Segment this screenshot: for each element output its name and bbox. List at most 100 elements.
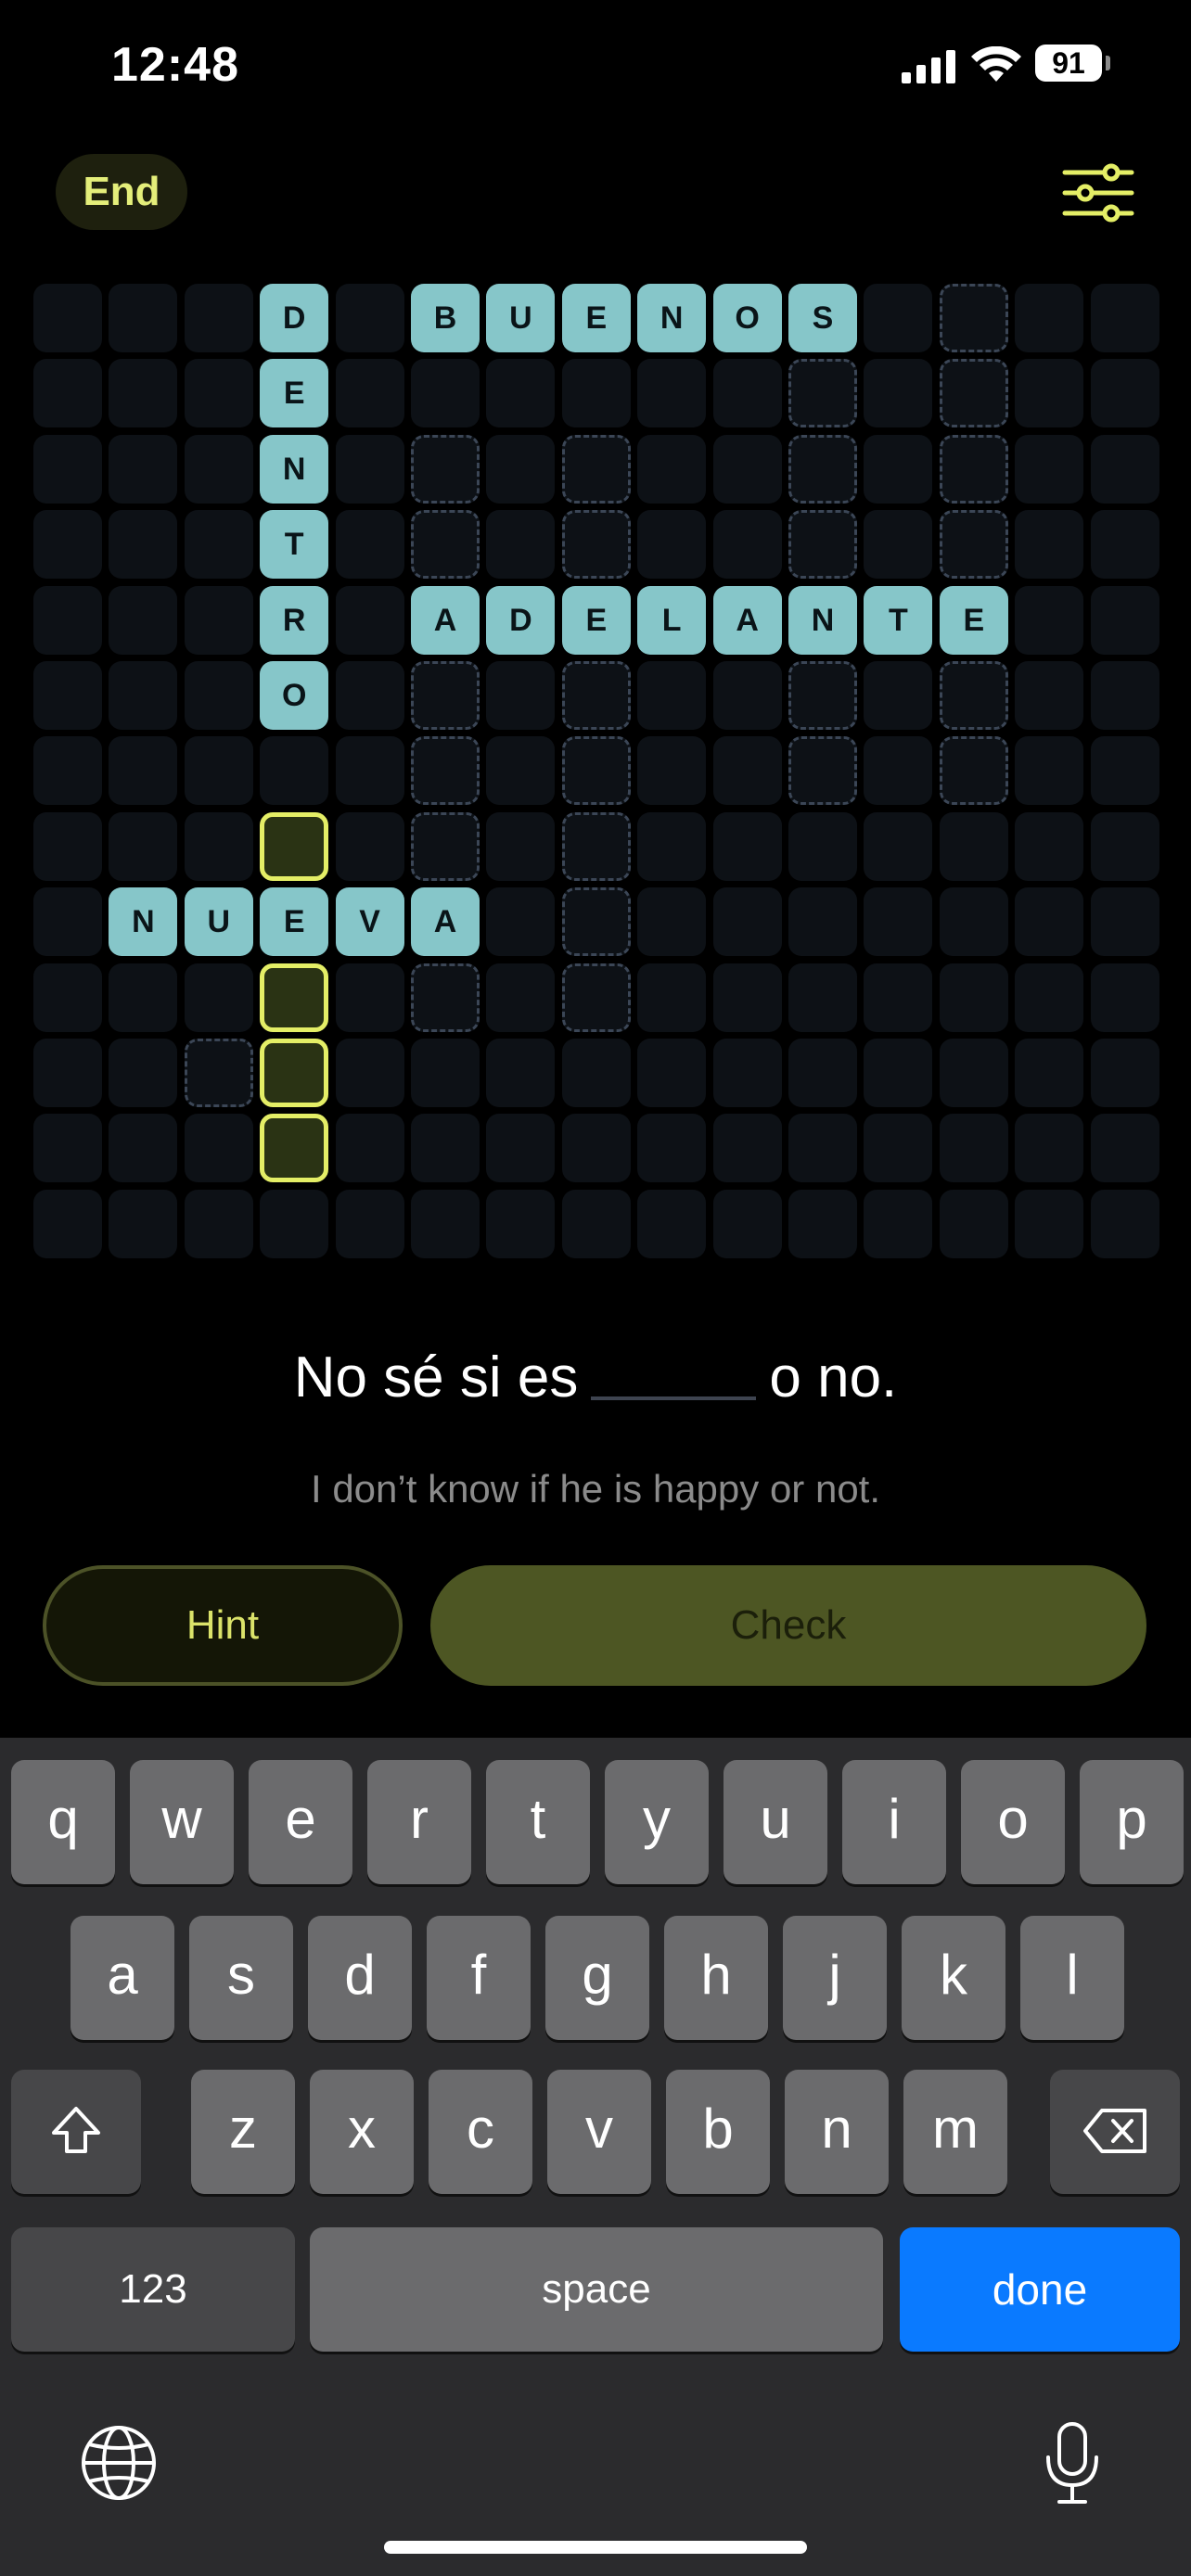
home-indicator[interactable] — [384, 2541, 807, 2554]
empty-word-slot — [411, 811, 480, 881]
grid-background-cell — [335, 359, 404, 428]
check-button[interactable]: Check — [430, 1565, 1146, 1686]
empty-word-slot — [939, 434, 1008, 504]
grid-letter-tile: E — [561, 585, 631, 655]
grid-background-cell — [561, 1189, 631, 1258]
grid-background-cell — [864, 661, 933, 730]
empty-word-slot — [561, 887, 631, 957]
empty-word-slot — [411, 963, 480, 1032]
grid-background-cell — [411, 1114, 480, 1183]
grid-background-cell — [1090, 434, 1159, 504]
grid-background-cell — [109, 284, 178, 352]
grid-background-cell — [486, 661, 556, 730]
key-a[interactable]: a — [70, 1916, 174, 2040]
done-key[interactable]: done — [900, 2227, 1180, 2352]
grid-background-cell — [1015, 359, 1084, 428]
grid-background-cell — [1090, 1189, 1159, 1258]
grid-letter-tile: E — [260, 887, 329, 957]
backspace-key[interactable] — [1050, 2070, 1180, 2194]
globe-icon[interactable] — [80, 2424, 158, 2502]
key-x[interactable]: x — [310, 2070, 414, 2194]
grid-background-cell — [561, 1039, 631, 1107]
grid-background-cell — [184, 359, 253, 428]
key-v[interactable]: v — [547, 2070, 651, 2194]
key-w[interactable]: w — [130, 1760, 234, 1884]
grid-background-cell — [1090, 1114, 1159, 1183]
grid-letter-tile: V — [335, 887, 404, 957]
grid-background-cell — [1015, 661, 1084, 730]
grid-background-cell — [788, 1114, 857, 1183]
key-t[interactable]: t — [486, 1760, 590, 1884]
grid-background-cell — [486, 736, 556, 806]
grid-letter-tile: A — [411, 887, 480, 957]
grid-background-cell — [1015, 434, 1084, 504]
grid-background-cell — [486, 887, 556, 957]
backspace-icon — [1083, 2109, 1146, 2153]
key-m[interactable]: m — [903, 2070, 1007, 2194]
key-p[interactable]: p — [1080, 1760, 1184, 1884]
grid-background-cell — [109, 1039, 178, 1107]
prompt-sentence: No sé si es o no. — [0, 1345, 1191, 1410]
grid-background-cell — [335, 1189, 404, 1258]
key-l[interactable]: l — [1020, 1916, 1124, 2040]
space-key[interactable]: space — [310, 2227, 883, 2352]
key-h[interactable]: h — [664, 1916, 768, 2040]
grid-letter-tile: L — [637, 585, 707, 655]
hint-button[interactable]: Hint — [43, 1565, 403, 1686]
sentence-after: o no. — [769, 1345, 898, 1409]
grid-background-cell — [33, 1039, 102, 1107]
key-u[interactable]: u — [724, 1760, 827, 1884]
grid-background-cell — [864, 1114, 933, 1183]
key-e[interactable]: e — [249, 1760, 352, 1884]
active-answer-cell[interactable] — [260, 811, 329, 881]
active-answer-cell[interactable] — [260, 1039, 329, 1107]
grid-background-cell — [637, 1114, 707, 1183]
grid-background-cell — [637, 811, 707, 881]
sliders-icon[interactable] — [1061, 163, 1135, 223]
key-s[interactable]: s — [189, 1916, 293, 2040]
grid-background-cell — [712, 1039, 782, 1107]
grid-background-cell — [411, 1189, 480, 1258]
active-answer-cell[interactable] — [260, 963, 329, 1032]
end-button[interactable]: End — [56, 154, 187, 230]
active-answer-cell[interactable] — [260, 1114, 329, 1183]
grid-background-cell — [939, 1039, 1008, 1107]
grid-letter-tile: A — [712, 585, 782, 655]
grid-background-cell — [637, 1189, 707, 1258]
key-z[interactable]: z — [191, 2070, 295, 2194]
key-c[interactable]: c — [429, 2070, 532, 2194]
grid-background-cell — [184, 1189, 253, 1258]
grid-background-cell — [1015, 963, 1084, 1032]
grid-background-cell — [33, 811, 102, 881]
grid-background-cell — [486, 963, 556, 1032]
grid-background-cell — [486, 1189, 556, 1258]
shift-key[interactable] — [11, 2070, 141, 2194]
key-n[interactable]: n — [785, 2070, 889, 2194]
grid-background-cell — [184, 434, 253, 504]
grid-background-cell — [1090, 736, 1159, 806]
grid-background-cell — [788, 811, 857, 881]
key-r[interactable]: r — [367, 1760, 471, 1884]
grid-background-cell — [184, 963, 253, 1032]
empty-word-slot — [788, 661, 857, 730]
grid-background-cell — [109, 811, 178, 881]
microphone-icon[interactable] — [1043, 2420, 1102, 2506]
key-g[interactable]: g — [545, 1916, 649, 2040]
numbers-key[interactable]: 123 — [11, 2227, 295, 2352]
keyboard: 123 space done qwertyuiop asdfghjkl zxcvbn… — [0, 1738, 1191, 2576]
key-k[interactable]: k — [902, 1916, 1005, 2040]
key-q[interactable]: q — [11, 1760, 115, 1884]
grid-background-cell — [109, 1114, 178, 1183]
grid-background-cell — [1015, 284, 1084, 352]
key-b[interactable]: b — [666, 2070, 770, 2194]
key-f[interactable]: f — [427, 1916, 531, 2040]
grid-background-cell — [335, 585, 404, 655]
grid-background-cell — [939, 1114, 1008, 1183]
status-time: 12:48 — [111, 38, 239, 92]
key-d[interactable]: d — [308, 1916, 412, 2040]
key-j[interactable]: j — [783, 1916, 887, 2040]
key-i[interactable]: i — [842, 1760, 946, 1884]
key-o[interactable]: o — [961, 1760, 1065, 1884]
grid-background-cell — [712, 359, 782, 428]
key-y[interactable]: y — [605, 1760, 709, 1884]
